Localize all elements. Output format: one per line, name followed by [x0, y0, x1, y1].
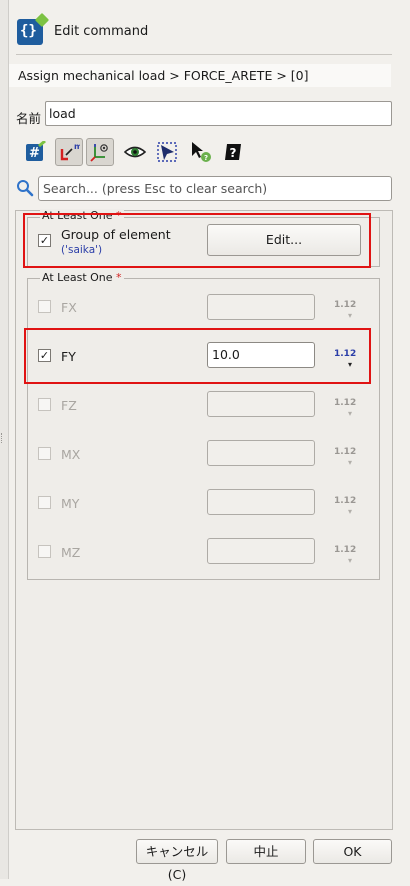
eye-icon	[124, 146, 146, 158]
mz-checkbox[interactable]	[38, 545, 51, 558]
svg-text:?: ?	[204, 154, 208, 162]
svg-text:#: #	[29, 146, 40, 161]
my-unit-icon[interactable]: 1.12	[334, 496, 356, 506]
my-dropdown-icon[interactable]: ▾	[348, 507, 352, 516]
mz-label: MZ	[61, 545, 81, 560]
group2-title: At Least One *	[40, 271, 124, 284]
fx-checkbox[interactable]	[38, 300, 51, 313]
cancel-button[interactable]: キャンセル(C)	[136, 839, 218, 882]
my-label: MY	[61, 496, 80, 511]
mx-checkbox[interactable]	[38, 447, 51, 460]
fz-dropdown-icon[interactable]: ▾	[348, 409, 352, 418]
fx-label: FX	[61, 300, 77, 315]
my-checkbox[interactable]	[38, 496, 51, 509]
visibility-button[interactable]	[121, 138, 149, 166]
select-arrow-icon	[157, 142, 177, 162]
local-frame-icon: m	[60, 142, 80, 161]
svg-text:m: m	[74, 142, 80, 151]
fx-input[interactable]	[207, 294, 315, 320]
abort-button[interactable]: 中止	[226, 839, 306, 864]
help-button[interactable]: ?	[219, 138, 247, 166]
breadcrumb: Assign mechanical load > FORCE_ARETE > […	[9, 64, 391, 87]
name-input[interactable]: load	[45, 101, 392, 126]
local-frame-button[interactable]: m	[55, 138, 83, 166]
search-icon	[17, 180, 34, 197]
fx-dropdown-icon[interactable]: ▾	[348, 311, 352, 320]
command-editor-icon: {}	[17, 12, 50, 45]
fz-checkbox[interactable]	[38, 398, 51, 411]
search-input[interactable]: Search... (press Esc to clear search)	[38, 176, 392, 201]
splitter-handle[interactable]	[1, 433, 4, 443]
ok-button[interactable]: OK	[313, 839, 392, 864]
whats-this-button[interactable]: ?	[187, 138, 215, 166]
my-input[interactable]	[207, 489, 315, 515]
name-label: 名前	[16, 111, 42, 126]
force-components-box	[27, 278, 380, 580]
fz-unit-icon[interactable]: 1.12	[334, 398, 356, 408]
fx-unit-icon[interactable]: 1.12	[334, 300, 356, 310]
svg-text:?: ?	[230, 146, 237, 160]
axes-view-button[interactable]	[86, 138, 114, 166]
mz-dropdown-icon[interactable]: ▾	[348, 556, 352, 565]
select-in-view-button[interactable]	[153, 138, 181, 166]
hash-button[interactable]: #	[21, 138, 49, 166]
fz-label: FZ	[61, 398, 77, 413]
cursor-help-icon: ?	[192, 142, 211, 162]
mz-input[interactable]	[207, 538, 315, 564]
question-book-icon: ?	[225, 144, 241, 160]
fz-input[interactable]	[207, 391, 315, 417]
mz-unit-icon[interactable]: 1.12	[334, 545, 356, 555]
mx-input[interactable]	[207, 440, 315, 466]
mx-dropdown-icon[interactable]: ▾	[348, 458, 352, 467]
mx-label: MX	[61, 447, 81, 462]
axes-view-icon	[90, 144, 108, 162]
mx-unit-icon[interactable]: 1.12	[334, 447, 356, 457]
highlight-box-group	[23, 213, 371, 268]
header-divider	[16, 54, 392, 55]
page-title: Edit command	[54, 24, 149, 39]
highlight-box-fy	[24, 328, 371, 384]
hash-icon: #	[26, 141, 46, 161]
